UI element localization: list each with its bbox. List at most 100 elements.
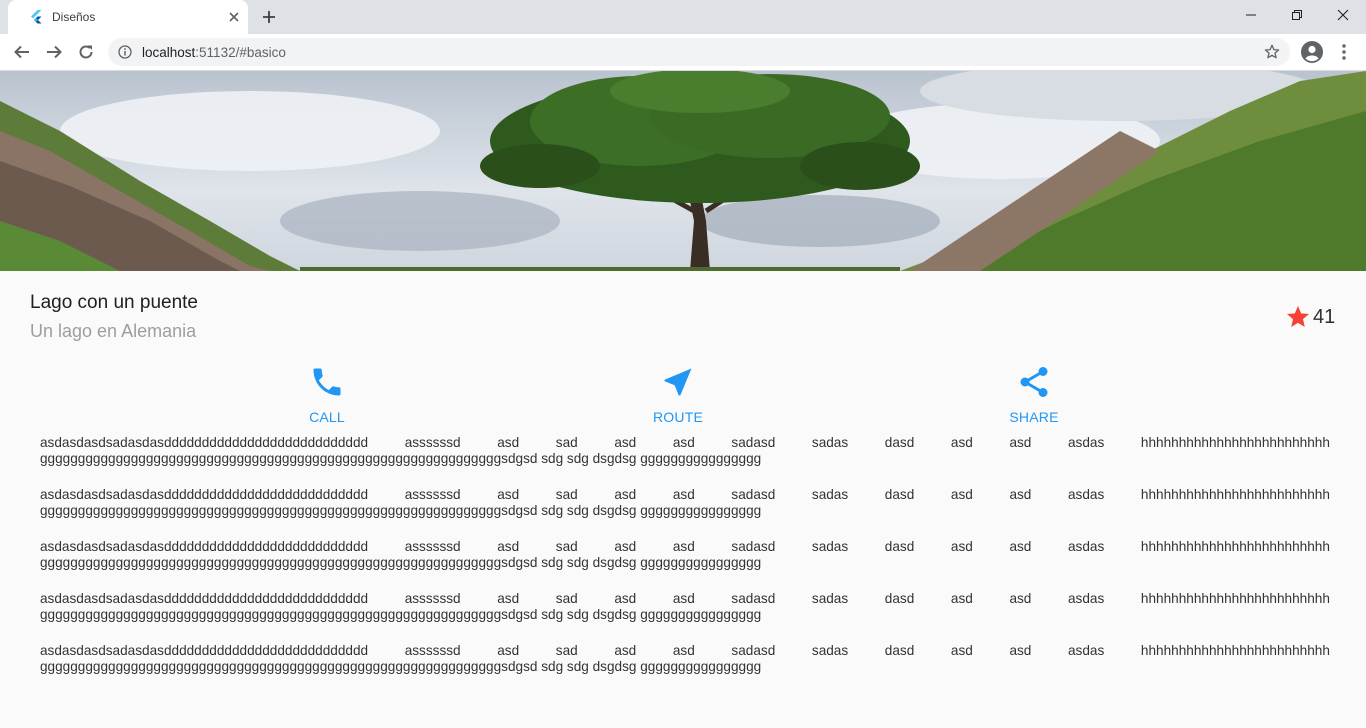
paragraph-word: asd	[1009, 591, 1032, 606]
browser-tab[interactable]: Diseños	[8, 0, 248, 34]
paragraph-line-2: gggggggggggggggggggggggggggggggggggggggg…	[40, 659, 762, 674]
paragraph-word: sadas	[811, 539, 849, 554]
paragraph-word: asd	[497, 539, 520, 554]
close-tab-icon[interactable]	[225, 8, 243, 26]
call-button[interactable]: CALL	[282, 364, 372, 426]
paragraph-word: asd	[950, 487, 973, 502]
text-paragraph: asdasdasdsadasdasddddddddddddddddddddddd…	[40, 643, 1330, 695]
navigation-arrow-icon	[664, 368, 692, 396]
paragraph-word: sadas	[811, 591, 849, 606]
url-host: localhost	[142, 45, 196, 60]
forward-arrow-icon	[47, 45, 62, 59]
paragraph-word: sadas	[811, 435, 849, 450]
paragraph-word: asd	[614, 539, 637, 554]
paragraph-word: hhhhhhhhhhhhhhhhhhhhhhhhh	[1140, 539, 1330, 554]
paragraph-word: assssssd	[404, 487, 461, 502]
paragraph-word: asdasdasdsadasdasddddddddddddddddddddddd…	[40, 487, 369, 502]
restore-icon	[1292, 10, 1302, 20]
star-icon[interactable]	[1285, 304, 1311, 330]
paragraph-word: sadas	[811, 643, 849, 658]
text-paragraph: asdasdasdsadasdasddddddddddddddddddddddd…	[40, 435, 1330, 487]
paragraph-word: asdas	[1068, 539, 1105, 554]
text-paragraph: asdasdasdsadasdasddddddddddddddddddddddd…	[40, 591, 1330, 643]
paragraph-word: sad	[555, 591, 578, 606]
paragraph-word: assssssd	[404, 643, 461, 658]
paragraph-word: sad	[555, 487, 578, 502]
paragraph-word: asdas	[1068, 591, 1105, 606]
paragraph-word: asdasdasdsadasdasddddddddddddddddddddddd…	[40, 643, 369, 658]
route-label: ROUTE	[653, 409, 703, 425]
bookmark-star-icon[interactable]	[1264, 44, 1280, 60]
phone-icon	[313, 368, 341, 396]
paragraph-word: sad	[555, 435, 578, 450]
paragraph-line-1: asdasdasdsadasdasddddddddddddddddddddddd…	[40, 643, 1330, 659]
flutter-logo-icon	[31, 10, 42, 24]
paragraph-word: sadasd	[731, 539, 776, 554]
account-avatar-icon[interactable]	[1300, 40, 1324, 64]
paragraph-line-2: gggggggggggggggggggggggggggggggggggggggg…	[40, 451, 762, 466]
paragraph-word: sadas	[811, 487, 849, 502]
paragraph-word: hhhhhhhhhhhhhhhhhhhhhhhhh	[1140, 643, 1330, 658]
paragraph-word: asd	[497, 435, 520, 450]
paragraph-word: dasd	[884, 487, 915, 502]
paragraph-line-1: asdasdasdsadasdasddddddddddddddddddddddd…	[40, 591, 1330, 607]
route-button[interactable]: ROUTE	[633, 364, 723, 426]
paragraph-word: dasd	[884, 435, 915, 450]
paragraph-word: asd	[614, 435, 637, 450]
paragraph-word: sadasd	[731, 591, 776, 606]
paragraph-word: asdas	[1068, 435, 1105, 450]
hero-image	[0, 71, 1366, 271]
favorite-rating[interactable]: 41	[1285, 304, 1335, 330]
paragraph-line-1: asdasdasdsadasdasddddddddddddddddddddddd…	[40, 539, 1330, 555]
landscape-tree-illustration	[0, 71, 1366, 271]
address-bar[interactable]: localhost:51132/#basico	[108, 38, 1290, 66]
share-button[interactable]: SHARE	[989, 364, 1079, 426]
close-window-button[interactable]	[1320, 0, 1366, 30]
paragraph-word: asdasdasdsadasdasddddddddddddddddddddddd…	[40, 591, 369, 606]
new-tab-plus-icon[interactable]	[259, 7, 279, 27]
paragraph-word: dasd	[884, 591, 915, 606]
paragraph-word: sad	[555, 539, 578, 554]
site-info-icon[interactable]	[118, 45, 132, 59]
paragraph-line-1: asdasdasdsadasdasddddddddddddddddddddddd…	[40, 487, 1330, 503]
paragraph-word: asd	[1009, 539, 1032, 554]
reload-icon	[79, 45, 93, 59]
text-paragraph: asdasdasdsadasdasddddddddddddddddddddddd…	[40, 539, 1330, 591]
paragraph-word: asd	[672, 643, 695, 658]
call-label: CALL	[309, 409, 345, 425]
paragraph-word: asd	[950, 539, 973, 554]
more-menu-icon[interactable]	[1335, 40, 1353, 64]
paragraph-word: assssssd	[404, 591, 461, 606]
forward-button[interactable]	[42, 40, 66, 64]
page-subtitle: Un lago en Alemania	[30, 321, 197, 341]
paragraph-word: hhhhhhhhhhhhhhhhhhhhhhhhh	[1140, 591, 1330, 606]
paragraph-word: sad	[555, 643, 578, 658]
restore-button[interactable]	[1274, 0, 1320, 30]
paragraph-word: asd	[614, 591, 637, 606]
paragraph-word: sadasd	[731, 643, 776, 658]
paragraph-word: asd	[497, 487, 520, 502]
reload-button[interactable]	[74, 40, 98, 64]
paragraph-word: asd	[497, 643, 520, 658]
tab-title: Diseños	[52, 10, 96, 24]
paragraph-word: dasd	[884, 539, 915, 554]
paragraph-word: asd	[1009, 487, 1032, 502]
paragraph-word: asd	[497, 591, 520, 606]
paragraph-word: sadasd	[731, 487, 776, 502]
paragraph-word: asdasdasdsadasdasddddddddddddddddddddddd…	[40, 435, 369, 450]
share-icon	[1020, 367, 1048, 397]
paragraph-line-2: gggggggggggggggggggggggggggggggggggggggg…	[40, 555, 762, 570]
paragraph-word: assssssd	[404, 539, 461, 554]
paragraph-word: asd	[672, 487, 695, 502]
close-window-icon	[1337, 9, 1349, 21]
back-button[interactable]	[10, 40, 34, 64]
paragraph-word: asd	[614, 643, 637, 658]
paragraph-word: dasd	[884, 643, 915, 658]
minimize-button[interactable]	[1228, 0, 1274, 30]
browser-tab-strip: Diseños	[0, 0, 1366, 34]
paragraph-word: asd	[1009, 643, 1032, 658]
url-text: localhost:51132/#basico	[142, 45, 286, 60]
text-paragraph: asdasdasdsadasdasddddddddddddddddddddddd…	[40, 487, 1330, 539]
paragraph-line-1: asdasdasdsadasdasddddddddddddddddddddddd…	[40, 435, 1330, 451]
paragraph-word: assssssd	[404, 435, 461, 450]
